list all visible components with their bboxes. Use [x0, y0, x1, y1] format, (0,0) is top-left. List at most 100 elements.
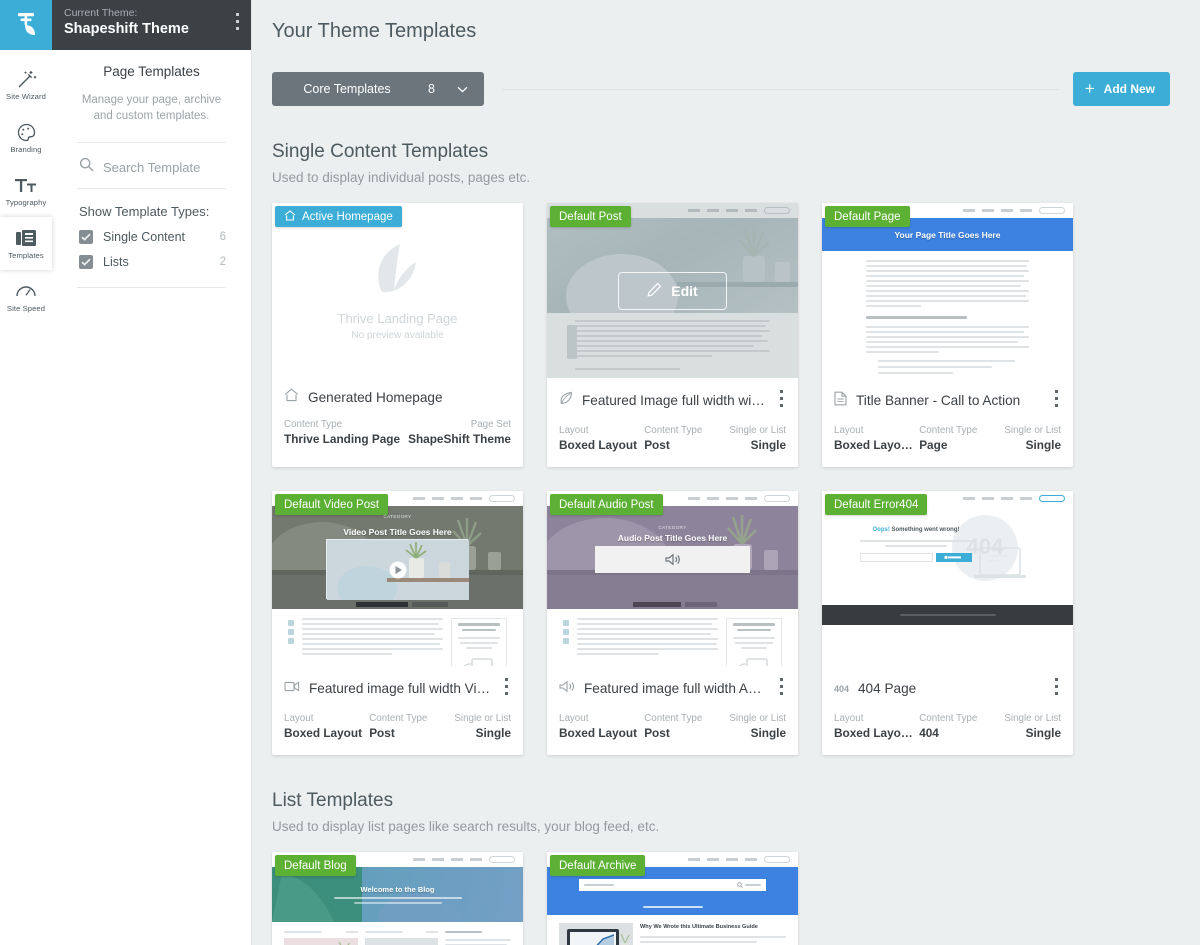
palette-icon: [16, 121, 37, 143]
left-panel: Current Theme: Shapeshift Theme Page Tem…: [52, 0, 252, 945]
filter-label: Lists: [103, 255, 129, 269]
template-preview[interactable]: Your Page Title Goes Here: [822, 203, 1073, 378]
card-title-row: Featured image full width Audio…: [559, 676, 786, 701]
meta-key: Single or List: [1004, 425, 1062, 436]
kebab-menu-icon[interactable]: [777, 676, 786, 701]
badge-label: Default Page: [834, 210, 901, 223]
template-card[interactable]: Default Post Edit Featured Image full wi…: [547, 203, 798, 467]
preview-search-bar: [579, 879, 766, 891]
meta-field: Single or List Single: [729, 424, 786, 453]
plus-icon: +: [1084, 79, 1095, 98]
search-input[interactable]: [103, 159, 233, 175]
card-title: Title Banner - Call to Action: [856, 393, 1021, 408]
page-scrollbar[interactable]: [1191, 0, 1199, 945]
meta-value: Boxed Layout- …: [834, 726, 919, 740]
template-card[interactable]: Default Audio Post CATEGORY Audio Post T…: [547, 491, 798, 755]
rail-item-list: Site Wizard Branding Typography Template…: [0, 50, 52, 323]
preview-body-columns: [547, 609, 798, 666]
preview-404: 404 Oops! Something went wrong!: [822, 491, 1073, 666]
card-title: Featured image full width Audio…: [584, 681, 768, 696]
meta-key: Single or List: [729, 713, 787, 724]
home-icon: [284, 388, 299, 407]
main-content: Your Theme Templates Core Templates 8 + …: [252, 0, 1200, 945]
preview-hero-title: Video Post Title Goes Here: [343, 527, 452, 537]
preview-sidebar-box: [451, 618, 507, 666]
checkbox-checked-icon[interactable]: [79, 230, 93, 244]
leaf-icon: [368, 240, 428, 307]
sidebar-item-site-wizard[interactable]: Site Wizard: [0, 58, 52, 111]
card-body: Featured image full width Audio… Layout …: [547, 666, 798, 755]
sidebar-item-templates[interactable]: Templates: [0, 217, 52, 270]
meta-key: Content Type: [919, 713, 978, 724]
template-card[interactable]: Active Homepage Thrive Landing Page No p…: [272, 203, 523, 467]
template-card[interactable]: Default Blog Welcome to the Blog: [272, 852, 523, 945]
meta-value: Post: [644, 438, 670, 452]
meta-value: Post: [369, 726, 395, 740]
card-meta: Layout Boxed Layout- … Content Type Page…: [834, 424, 1061, 453]
template-preview[interactable]: 404 Oops! Something went wrong!: [822, 491, 1073, 666]
kebab-menu-icon[interactable]: [502, 676, 511, 701]
meta-field: Content Type Post: [369, 712, 454, 741]
meta-value: Page: [919, 438, 948, 452]
checkbox-checked-icon[interactable]: [79, 255, 93, 269]
card-meta: Layout Boxed Layout Content Type Post Si…: [284, 712, 511, 741]
template-preview[interactable]: Thrive Landing Page No preview available: [272, 203, 523, 378]
template-card[interactable]: Default Error404 404 Oops! Something wen…: [822, 491, 1073, 755]
sidebar-item-label: Branding: [10, 145, 42, 154]
preview-cta-bar-2: [685, 602, 717, 607]
template-card[interactable]: Default Page Your Page Title Goes Here T…: [822, 203, 1073, 467]
meta-value: Single: [475, 726, 512, 740]
meta-value: Boxed Layout: [284, 726, 362, 740]
preview-cta-bar: [633, 602, 681, 607]
preview-cta-bar-2: [412, 602, 448, 607]
section-title: List Templates: [272, 790, 394, 811]
page-templates-subtitle: Manage your page, archive and custom tem…: [81, 94, 222, 122]
add-new-button[interactable]: + Add New: [1072, 72, 1170, 106]
edit-button[interactable]: Edit: [618, 271, 727, 310]
meta-key: Layout: [559, 425, 589, 436]
preview-hero-title: Welcome to the Blog: [360, 885, 435, 894]
card-meta: Layout Boxed Layout- … Content Type 404 …: [834, 712, 1061, 741]
section-list-templates: List Templates Used to display list page…: [272, 790, 1170, 834]
meta-key: Layout: [834, 713, 864, 724]
kebab-menu-icon[interactable]: [236, 13, 239, 34]
template-preview[interactable]: CATEGORY Video Post Title Goes Here: [272, 491, 523, 666]
preview-kicker: CATEGORY: [658, 525, 687, 530]
preview-text-column: [577, 618, 718, 666]
sidebar-item-site-speed[interactable]: Site Speed: [0, 270, 52, 323]
template-card[interactable]: Default Video Post CATEGORY Video Post T…: [272, 491, 523, 755]
kebab-menu-icon[interactable]: [1052, 676, 1061, 701]
status-badge: Active Homepage: [275, 206, 402, 227]
sidebar-item-typography[interactable]: Typography: [0, 164, 52, 217]
badge-label: Default Error404: [834, 498, 919, 511]
card-title: 404 Page: [858, 681, 917, 696]
filter-single-content[interactable]: Single Content 6: [77, 219, 226, 244]
meta-value: Thrive Landing Page: [284, 432, 401, 446]
kebab-menu-icon[interactable]: [1052, 388, 1061, 413]
template-preview[interactable]: CATEGORY Audio Post Title Goes Here: [547, 491, 798, 666]
meta-value: ShapeShift Theme: [408, 432, 511, 446]
badge-label: Default Post: [559, 210, 622, 223]
meta-field: Layout Boxed Layout: [284, 712, 369, 741]
meta-key: Content Type: [284, 419, 343, 430]
speed-gauge-icon: [15, 280, 37, 302]
thrive-leaf-logo-icon[interactable]: [0, 0, 52, 50]
meta-key: Page Set: [470, 419, 511, 430]
filter-count: 2: [219, 256, 226, 268]
preview-page: Your Page Title Goes Here: [822, 203, 1073, 378]
template-preview[interactable]: Edit: [547, 203, 798, 378]
section-subtitle: Used to display list pages like search r…: [272, 819, 660, 834]
home-icon: [284, 209, 296, 224]
card-body: Featured image full width Video… Layout …: [272, 666, 523, 755]
card-title-row: Title Banner - Call to Action: [834, 388, 1061, 413]
preview-archive-thumb: [559, 923, 633, 945]
filter-lists[interactable]: Lists 2: [77, 244, 226, 269]
meta-value: 404: [919, 726, 939, 740]
sidebar-item-branding[interactable]: Branding: [0, 111, 52, 164]
meta-key: Content Type: [369, 713, 428, 724]
preview-blog-col: [284, 931, 358, 945]
kebab-menu-icon[interactable]: [777, 388, 786, 413]
preview-footer: [822, 605, 1073, 625]
core-templates-dropdown[interactable]: Core Templates 8: [272, 72, 484, 106]
template-card[interactable]: Default Archive Why We Wrote this Ultima…: [547, 852, 798, 945]
